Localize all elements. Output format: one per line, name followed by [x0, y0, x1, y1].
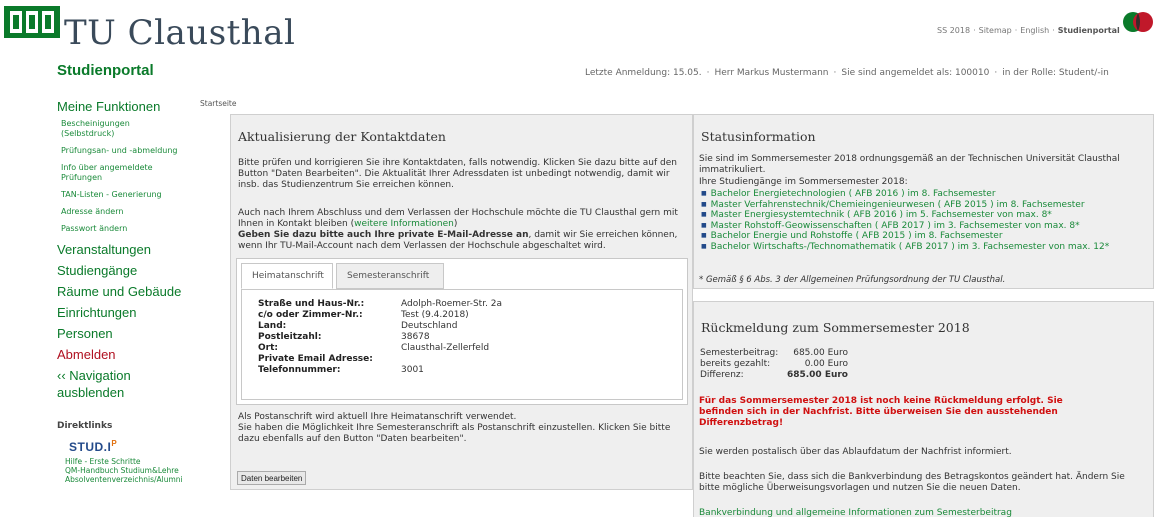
sidebar-item-raeume[interactable]: Räume und Gebäude	[57, 283, 197, 300]
postanschrift-option: Sie haben die Möglichkeit Ihre Semestera…	[238, 423, 671, 444]
top-navigation: SS 2018 · Sitemap · English · Studienportal	[937, 26, 1120, 35]
portal-name: Studienportal	[57, 62, 154, 79]
topnav-english[interactable]: English	[1020, 26, 1049, 35]
address-tab-container: Heimatanschrift Semesteranschrift Straße…	[236, 258, 688, 405]
kontaktdaten-title: Aktualisierung der Kontaktdaten	[238, 129, 446, 144]
university-logo-icon[interactable]	[4, 6, 60, 38]
fees-table: Semesterbeitrag: 685.00 Euro bereits geza…	[700, 348, 848, 381]
user-id: Sie sind angemeldet als: 100010	[841, 68, 990, 78]
login-info: Letzte Anmeldung: 15.05. · Herr Markus Mus…	[585, 68, 1109, 78]
fee-row-beitrag: Semesterbeitrag: 685.00 Euro	[700, 348, 848, 359]
sidebar-item-einrichtungen[interactable]: Einrichtungen	[57, 304, 197, 321]
daten-bearbeiten-button[interactable]: Daten bearbeiten	[237, 471, 307, 485]
fee-row-gezahlt: bereits gezahlt: 0.00 Euro	[700, 359, 848, 370]
studiengaenge-heading: Ihre Studiengänge im Sommersemester 2018…	[699, 177, 908, 187]
page-header: TU Clausthal Studienportal SS 2018 · Sitem…	[0, 0, 1154, 90]
immatrikulation-text: Sie sind im Sommersemester 2018 ordnungs…	[699, 154, 1120, 175]
tab-semesteranschrift[interactable]: Semesteranschrift	[336, 263, 444, 289]
studiengang-item[interactable]: Bachelor Energietechnologien ( AFB 2016 …	[701, 189, 1109, 200]
private-email-hint: Geben Sie dazu bitte auch Ihre private E…	[238, 230, 529, 240]
fee-label: Differenz:	[700, 370, 744, 380]
bankverbindung-info: Bitte beachten Sie, dass sich die Bankve…	[699, 472, 1125, 493]
sidebar-item-passwort-aendern[interactable]: Passwort ändern	[61, 224, 197, 234]
studiengang-item[interactable]: Master Energiesystemtechnik ( AFB 2016 )…	[701, 210, 1109, 221]
alumni-text-end: )	[453, 219, 458, 229]
postanschrift-current: Als Postanschrift wird aktuell Ihre Heim…	[238, 412, 517, 422]
tu-leaf-icon	[1123, 12, 1153, 32]
fee-label: bereits gezahlt:	[700, 359, 771, 369]
studiengang-item[interactable]: Master Verfahrenstechnik/Chemieingenieur…	[701, 200, 1109, 211]
sidebar-item-pruefungsanmeldung[interactable]: Prüfungsan- und -abmeldung	[61, 146, 197, 156]
postanschrift-info: Als Postanschrift wird aktuell Ihre Heim…	[238, 412, 678, 445]
studip-logo[interactable]: STUD.IP	[69, 439, 197, 454]
alumni-text: Auch nach Ihrem Abschluss und dem Verlas…	[238, 208, 678, 229]
label-plz: Postleitzahl:	[258, 332, 322, 342]
sidebar-item-tan-listen[interactable]: TAN-Listen - Generierung	[61, 190, 197, 200]
fee-value: 685.00 Euro	[793, 348, 848, 358]
last-login: Letzte Anmeldung: 15.05.	[585, 68, 702, 78]
direktlink-alumni[interactable]: Absolventenverzeichnis/Alumni	[65, 475, 197, 484]
sidebar-item-personen[interactable]: Personen	[57, 325, 197, 342]
studiengang-item[interactable]: Bachelor Wirtschafts-/Technomathematik (…	[701, 242, 1110, 253]
kontaktdaten-intro: Bitte prüfen und korrigieren Sie ihre Ko…	[238, 158, 677, 190]
label-land: Land:	[258, 321, 287, 331]
address-details: Straße und Haus-Nr.: Adolph-Roemer-Str. 2…	[241, 289, 683, 400]
value-plz: 38678	[401, 332, 430, 342]
sidebar-item-veranstaltungen[interactable]: Veranstaltungen	[57, 241, 197, 258]
sidebar-heading-meine-funktionen[interactable]: Meine Funktionen	[57, 98, 197, 115]
topnav-studienportal[interactable]: Studienportal	[1058, 26, 1120, 35]
value-strasse: Adolph-Roemer-Str. 2a	[401, 299, 503, 309]
value-co: Test (9.4.2018)	[401, 310, 469, 320]
statusinformation-panel: Statusinformation Sie sind im Sommerseme…	[693, 114, 1154, 289]
rueckmeldung-title: Rückmeldung zum Sommersemester 2018	[701, 320, 970, 335]
direktlink-hilfe[interactable]: Hilfe - Erste Schritte	[65, 457, 197, 466]
studiengang-item[interactable]: Bachelor Energie und Rohstoffe ( AFB 201…	[701, 231, 1109, 242]
value-ort: Clausthal-Zellerfeld	[401, 343, 490, 353]
sidebar-item-bescheinigungen[interactable]: Bescheinigungen (Selbstdruck)	[61, 119, 161, 139]
footnote-pruefungsordnung: * Gemäß § 6 Abs. 3 der Allgemeinen Prüfu…	[699, 275, 1006, 285]
weitere-informationen-link[interactable]: weitere Informationen	[354, 219, 454, 229]
logout-link[interactable]: Abmelden	[57, 346, 197, 363]
label-ort: Ort:	[258, 343, 278, 353]
rueckmeldung-panel: Rückmeldung zum Sommersemester 2018 Für …	[693, 301, 1154, 517]
direktlink-qm-handbuch[interactable]: QM-Handbuch Studium&Lehre	[65, 466, 197, 475]
kontaktdaten-alumni-text: Auch nach Ihrem Abschluss und dem Verlas…	[238, 208, 686, 252]
studiengang-item[interactable]: Master Rohstoff-Geowissenschaften ( AFB …	[701, 221, 1109, 232]
value-telefon: 3001	[401, 365, 424, 375]
value-land: Deutschland	[401, 321, 458, 331]
fee-label: Semesterbeitrag:	[700, 348, 779, 358]
direktlinks-heading: Direktlinks	[57, 421, 113, 431]
fee-value: 0.00 Euro	[804, 359, 848, 369]
topnav-sitemap[interactable]: Sitemap	[979, 26, 1012, 35]
tab-heimatanschrift[interactable]: Heimatanschrift	[241, 263, 333, 289]
label-telefon: Telefonnummer:	[258, 365, 341, 375]
nachfrist-info: Sie werden postalisch über das Ablaufdat…	[699, 447, 1012, 457]
user-role: in der Rolle: Student/-in	[1002, 68, 1109, 78]
university-name[interactable]: TU Clausthal	[64, 13, 295, 53]
rueckmeldung-warning: Für das Sommersemester 2018 ist noch kei…	[699, 396, 1063, 428]
statusinformation-title: Statusinformation	[701, 129, 816, 144]
fee-value: 685.00 Euro	[786, 370, 848, 380]
studiengaenge-list: Bachelor Energietechnologien ( AFB 2016 …	[701, 189, 1110, 253]
label-strasse: Straße und Haus-Nr.:	[258, 299, 365, 309]
bankverbindung-link[interactable]: Bankverbindung und allgemeine Informatio…	[699, 508, 1012, 517]
label-co: c/o oder Zimmer-Nr.:	[258, 310, 363, 320]
user-name: Herr Markus Mustermann	[714, 68, 829, 78]
sidebar-item-studiengaenge[interactable]: Studiengänge	[57, 262, 197, 279]
breadcrumb[interactable]: Startseite	[200, 99, 236, 108]
hide-navigation-link[interactable]: ‹‹ Navigation ausblenden	[57, 367, 157, 401]
topnav-semester[interactable]: SS 2018	[937, 26, 970, 35]
sidebar-item-info-pruefungen[interactable]: Info über angemeldete Prüfungen	[61, 163, 161, 183]
sidebar-item-adresse-aendern[interactable]: Adresse ändern	[61, 207, 197, 217]
fee-row-differenz: Differenz: 685.00 Euro	[700, 370, 848, 381]
label-private-email: Private Email Adresse:	[258, 354, 373, 364]
sidebar: Meine Funktionen Bescheinigungen (Selbst…	[57, 98, 197, 484]
